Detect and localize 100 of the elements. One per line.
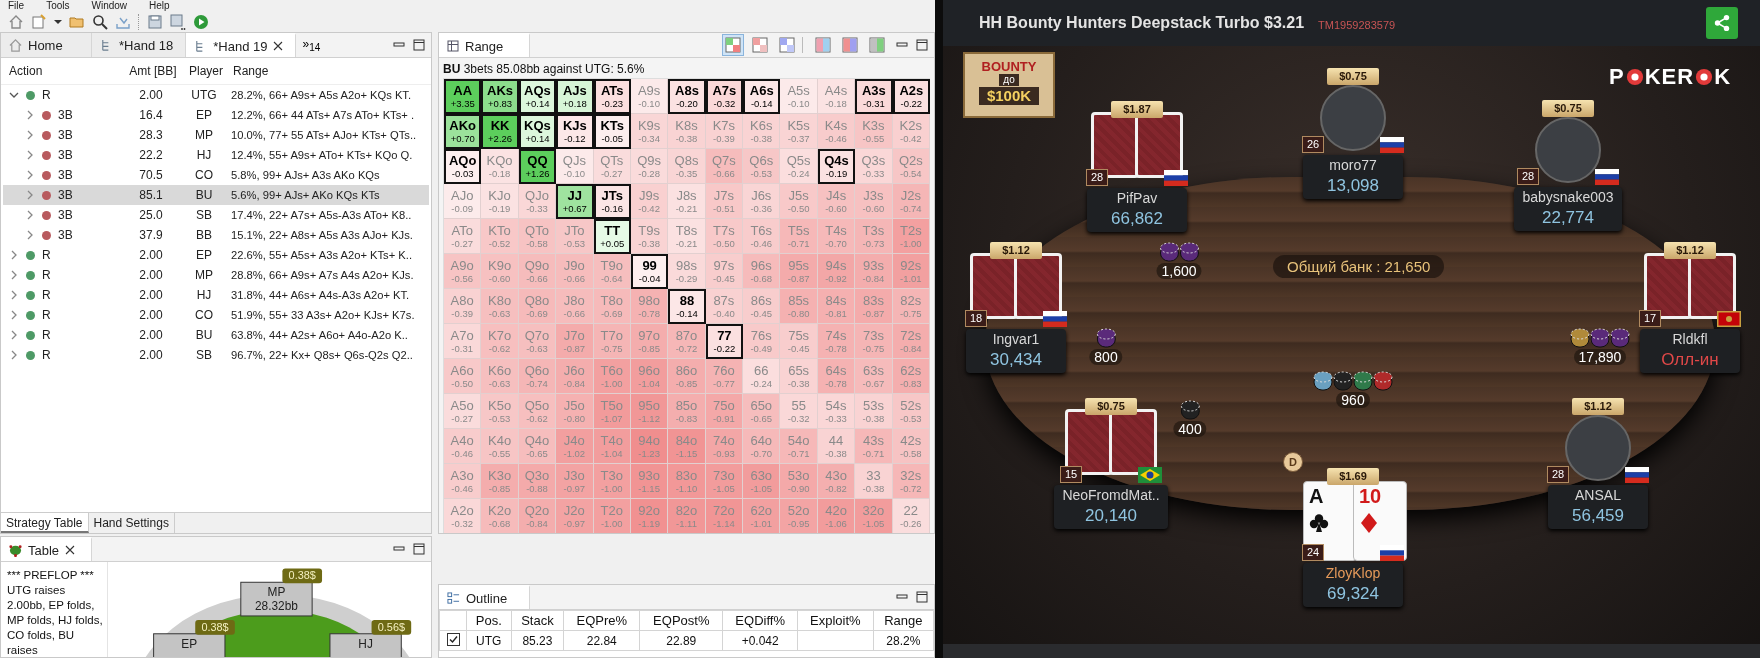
hand-cell[interactable]: Q4o -0.65 [518, 429, 557, 464]
play-icon[interactable] [193, 13, 209, 30]
hand-cell[interactable]: 73s -0.75 [855, 324, 893, 359]
tree-row[interactable]: 3B 85.1 BU 5.6%, 99+ AJs+ AKo KQs KTs [3, 185, 429, 205]
hand-cell[interactable]: 66 -0.24 [743, 359, 781, 394]
hand-cell[interactable]: 93s -0.84 [855, 254, 893, 289]
hand-cell[interactable]: Q7s -0.66 [705, 149, 744, 184]
range-tab[interactable]: Range [439, 33, 530, 57]
hand-cell[interactable]: JJ +0.67 [556, 184, 594, 219]
tab-overflow[interactable]: »$_{14}$ [296, 34, 327, 56]
hand-cell[interactable]: Q9o -0.66 [518, 254, 557, 289]
hand-cell[interactable]: 54s -0.33 [817, 394, 856, 429]
hand-cell[interactable]: T8s -0.21 [668, 219, 706, 254]
hand-cell[interactable]: 96o -1.04 [630, 359, 669, 394]
hand-cell[interactable]: 85o -0.83 [668, 394, 706, 429]
hand-cell[interactable]: AQo -0.03 [444, 149, 482, 184]
hand-cell[interactable]: 54o -0.71 [780, 429, 818, 464]
hand-cell[interactable]: A7o -0.31 [444, 324, 482, 359]
hand-cell[interactable]: AKs +0.83 [481, 79, 519, 114]
hand-cell[interactable]: A7s -0.32 [705, 79, 744, 114]
column-header[interactable]: Stack [511, 610, 564, 631]
tree-row[interactable]: R 2.00 UTG 28.2%, 66+ A9s+ A5s A2o+ KQs KT. [3, 85, 429, 105]
hand-cell[interactable]: T7o -0.75 [593, 324, 631, 359]
hand-cell[interactable]: 63o -1.05 [743, 464, 781, 499]
hand-cell[interactable]: 98o -0.78 [630, 289, 669, 324]
chevron-icon[interactable] [25, 150, 35, 160]
hand-cell[interactable]: JTo -0.53 [556, 219, 594, 254]
hand-cell[interactable]: 62s -0.83 [892, 359, 930, 394]
hand-cell[interactable]: 82o -1.11 [668, 499, 706, 533]
hand-cell[interactable]: 94s -0.92 [817, 254, 856, 289]
hand-cell[interactable]: J6s -0.36 [743, 184, 781, 219]
chevron-icon[interactable] [25, 110, 35, 120]
hand-cell[interactable]: TT +0.05 [593, 219, 631, 254]
hand-cell[interactable]: K9o -0.60 [481, 254, 519, 289]
hand-cell[interactable]: KJo -0.19 [481, 184, 519, 219]
hand-cell[interactable]: K7s -0.39 [705, 114, 744, 149]
view-tab[interactable]: Hand Settings [88, 513, 175, 533]
hand-cell[interactable]: QTo -0.58 [518, 219, 557, 254]
tree-row[interactable]: 3B 70.5 CO 5.8%, 99+ AJs+ A3s AKo KQs [3, 165, 429, 185]
hand-cell[interactable]: T5s -0.71 [780, 219, 818, 254]
hand-cell[interactable]: QQ +1.26 [518, 149, 557, 184]
hand-cell[interactable]: 94o -1.23 [630, 429, 669, 464]
hand-cell[interactable]: Q4s -0.19 [817, 149, 856, 184]
hand-cell[interactable]: A4o -0.46 [444, 429, 482, 464]
hand-cell[interactable]: J5o -0.80 [556, 394, 594, 429]
hand-cell[interactable]: Q2o -0.84 [518, 499, 557, 533]
hand-cell[interactable]: T9o -0.64 [593, 254, 631, 289]
tree-row[interactable]: 3B 16.4 EP 12.2%, 66+ 44 ATs+ A7s ATo+ KTs+ . [3, 105, 429, 125]
hand-cell[interactable]: T4o -1.04 [593, 429, 631, 464]
hand-cell[interactable]: K6o -0.63 [481, 359, 519, 394]
hand-cell[interactable]: 96s -0.68 [743, 254, 781, 289]
hand-cell[interactable]: K3o -0.85 [481, 464, 519, 499]
maximize-icon[interactable] [413, 39, 425, 51]
hand-cell[interactable]: 75s -0.45 [780, 324, 818, 359]
menu-item[interactable]: Window [91, 0, 128, 12]
column-header[interactable]: Exploit% [797, 610, 874, 631]
tree-row[interactable]: R 2.00 SB 96.7%, 22+ Kx+ Q8s+ Q6s-Q2s Q2.. [3, 345, 429, 365]
hand-cell[interactable]: 99 -0.04 [630, 254, 669, 289]
hand-cell[interactable]: 65s -0.38 [780, 359, 818, 394]
hand-cell[interactable]: Q9s -0.28 [630, 149, 669, 184]
menu-item[interactable]: Help [149, 0, 170, 12]
hand-cell[interactable]: K2o -0.68 [481, 499, 519, 533]
tree-row[interactable]: R 2.00 CO 51.9%, 55+ 33 A3s+ A2o+ KJs+ K7s. [3, 305, 429, 325]
hand-cell[interactable]: Q5s -0.24 [780, 149, 818, 184]
hand-cell[interactable]: T3o -1.00 [593, 464, 631, 499]
tree-row[interactable]: 3B 22.2 HJ 12.4%, 55+ A9s+ ATo+ KTs+ KQo Q. [3, 145, 429, 165]
hand-cell[interactable]: 86o -0.85 [668, 359, 706, 394]
hand-cell[interactable]: A8s -0.20 [668, 79, 706, 114]
hand-cell[interactable]: 93o -1.15 [630, 464, 669, 499]
hand-cell[interactable]: K9s -0.34 [630, 114, 669, 149]
chevron-icon[interactable] [9, 90, 19, 100]
hand-cell[interactable]: A2s -0.22 [892, 79, 930, 114]
hand-cell[interactable]: 65o -0.65 [743, 394, 781, 429]
hand-cell[interactable]: J2o -0.97 [556, 499, 594, 533]
hand-cell[interactable]: 75o -0.91 [705, 394, 744, 429]
editor-tab[interactable]: *Hand 19 [186, 33, 297, 57]
maximize-icon[interactable] [916, 591, 928, 603]
chevron-icon[interactable] [25, 170, 35, 180]
menu-item[interactable]: Tools [46, 0, 70, 12]
hand-cell[interactable]: J4s -0.60 [817, 184, 856, 219]
seat-box[interactable]: MP 28.32bb [240, 581, 313, 617]
column-header[interactable]: EQPre% [563, 610, 640, 631]
maximize-icon[interactable] [413, 543, 425, 555]
hand-cell[interactable]: 52s -0.53 [892, 394, 930, 429]
view-mode-icon[interactable] [776, 34, 798, 56]
column-header[interactable]: Action [1, 64, 119, 78]
hand-cell[interactable]: 76s -0.49 [743, 324, 781, 359]
column-header[interactable]: Pos. [466, 610, 512, 631]
hand-cell[interactable]: Q3s -0.33 [855, 149, 893, 184]
view-mode-icon[interactable] [722, 34, 744, 56]
tree-row[interactable]: R 2.00 BU 63.8%, 44+ A2s+ A6o+ A4o-A2o K.. [3, 325, 429, 345]
hand-cell[interactable]: T7s -0.50 [705, 219, 744, 254]
tree-row[interactable]: 3B 37.9 BB 15.1%, 22+ A8s+ A5s A3s AJo+ KJs. [3, 225, 429, 245]
hand-cell[interactable]: 76o -0.77 [705, 359, 744, 394]
view-mode-icon[interactable] [866, 34, 888, 56]
hand-cell[interactable]: J9o -0.66 [556, 254, 594, 289]
hand-cell[interactable]: J9s -0.42 [630, 184, 669, 219]
hand-cell[interactable]: 86s -0.45 [743, 289, 781, 324]
hand-cell[interactable]: K3s -0.55 [855, 114, 893, 149]
editor-tab[interactable]: Home [1, 33, 92, 57]
